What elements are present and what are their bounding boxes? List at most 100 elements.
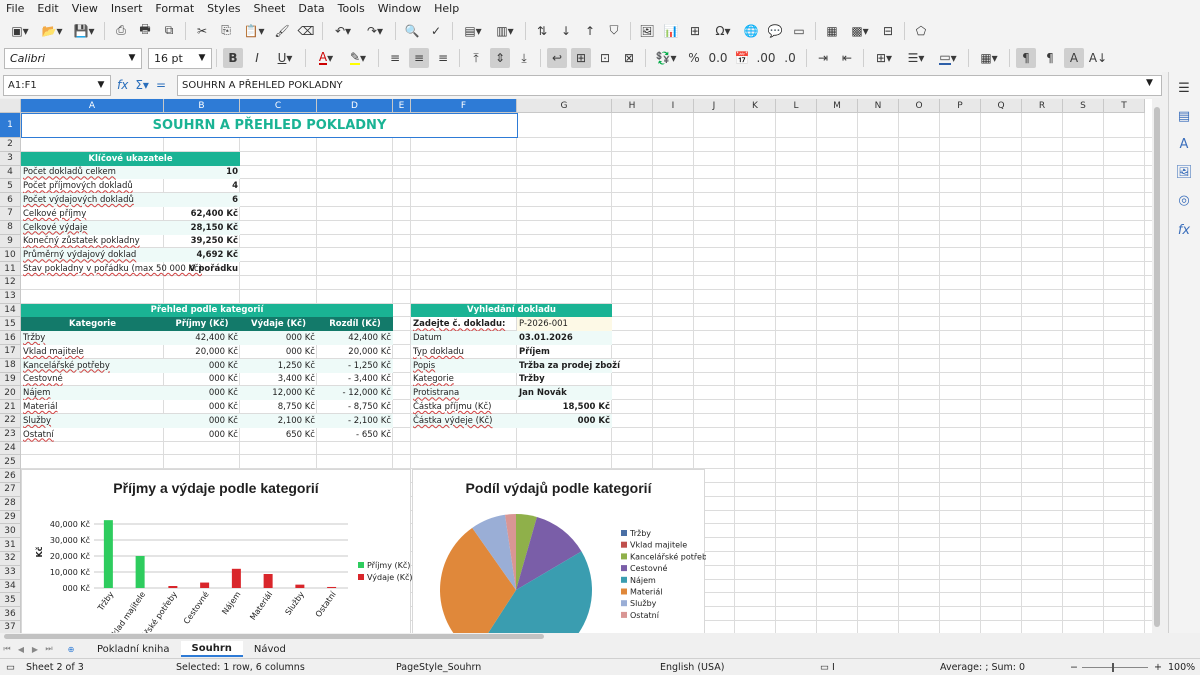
category-column-header[interactable]: Rozdíl (Kč) [317, 317, 393, 332]
row-header-16[interactable]: 16 [0, 331, 21, 345]
next-sheet-icon[interactable]: ▶ [28, 642, 42, 656]
kpi-value[interactable]: 39,250 Kč [164, 235, 240, 249]
category-value[interactable]: 12,000 Kč [240, 386, 317, 401]
menu-item-view[interactable]: View [72, 2, 98, 15]
row-header-27[interactable]: 27 [0, 483, 21, 497]
lookup-label[interactable]: Protistrana [411, 386, 517, 401]
comment-icon[interactable]: 💬 [765, 21, 785, 41]
function-wizard-icon[interactable]: fx [117, 78, 128, 92]
category-value[interactable]: 1,250 Kč [240, 358, 317, 373]
row-header-37[interactable]: 37 [0, 621, 21, 633]
kpi-value[interactable]: 4 [164, 179, 240, 193]
lookup-label[interactable]: Částka výdeje (Kč) [411, 414, 517, 428]
tab-pokladni-kniha[interactable]: Pokladní kniha [86, 641, 181, 657]
category-value[interactable]: - 3,400 Kč [317, 373, 393, 387]
print-icon[interactable]: 🖶 [135, 21, 155, 41]
redo-icon[interactable]: ↷▾ [361, 21, 389, 41]
clear-formatting-icon[interactable]: ⌫ [296, 21, 316, 41]
document-number-input[interactable]: P-2026-001 [517, 317, 612, 332]
pie-chart[interactable]: Podíl výdajů podle kategorií Tržby Vklad m… [412, 469, 706, 633]
kpi-value[interactable]: 4,692 Kč [164, 248, 240, 263]
spreadsheet-grid[interactable]: SOUHRN A PŘEHLED POKLADNY ABCDEFGHIJKLMN… [0, 99, 1162, 633]
insert-image-icon[interactable]: 🖼 [637, 21, 657, 41]
undo-icon[interactable]: ↶▾ [329, 21, 357, 41]
category-value[interactable]: 650 Kč [240, 428, 317, 442]
column-header-b[interactable]: B [164, 99, 240, 113]
cut-icon[interactable]: ✂ [192, 21, 212, 41]
column-header-m[interactable]: M [817, 99, 858, 113]
lookup-value[interactable]: 000 Kč [517, 414, 612, 428]
row-header-13[interactable]: 13 [0, 289, 21, 304]
category-column-header[interactable]: Příjmy (Kč) [164, 317, 240, 332]
column-header-j[interactable]: J [694, 99, 735, 113]
copy-icon[interactable]: ⎘ [216, 21, 236, 41]
highlight-color-icon[interactable]: ✎ ▾ [344, 48, 372, 68]
menu-item-data[interactable]: Data [298, 2, 324, 15]
row-header-9[interactable]: 9 [0, 234, 21, 249]
styles-icon[interactable]: A [1174, 134, 1194, 154]
bar-chart[interactable]: Příjmy a výdaje podle kategorií 000 Kč 10,… [21, 469, 412, 633]
formula-equals-icon[interactable]: = [156, 78, 166, 92]
category-value[interactable]: 42,400 Kč [164, 331, 240, 345]
left-to-right-icon[interactable]: ¶ [1016, 48, 1036, 68]
row-header-11[interactable]: 11 [0, 262, 21, 276]
row-header-5[interactable]: 5 [0, 179, 21, 194]
category-value[interactable]: 000 Kč [164, 358, 240, 373]
menu-item-styles[interactable]: Styles [207, 2, 240, 15]
add-sheet-icon[interactable]: ⊕ [64, 642, 78, 656]
row-header-21[interactable]: 21 [0, 400, 21, 414]
category-value[interactable]: - 8,750 Kč [317, 400, 393, 414]
previous-sheet-icon[interactable]: ◀ [14, 642, 28, 656]
open-folder-icon[interactable]: 📂▾ [38, 21, 66, 41]
category-section-header[interactable]: Přehled podle kategorií [21, 303, 393, 318]
insert-chart-icon[interactable]: 📊 [661, 21, 681, 41]
percent-format-icon[interactable]: % [684, 48, 704, 68]
align-top-icon[interactable]: ⤒ [466, 48, 486, 68]
increase-indent-icon[interactable]: ⇥ [813, 48, 833, 68]
row-header-33[interactable]: 33 [0, 565, 21, 580]
category-value[interactable]: - 1,250 Kč [317, 358, 393, 373]
category-name[interactable]: Ostatní [21, 428, 164, 442]
kpi-label[interactable]: Počet výdajových dokladů [21, 193, 164, 207]
text-orientation-vertical-icon[interactable]: A↓ [1088, 48, 1108, 68]
kpi-label[interactable]: Konečný zůstatek pokladny [21, 235, 164, 249]
row-header-2[interactable]: 2 [0, 138, 21, 152]
expand-formula-bar-icon[interactable]: ▼ [1146, 78, 1153, 88]
row-header-35[interactable]: 35 [0, 593, 21, 608]
horizontal-scroll-thumb[interactable] [4, 634, 544, 639]
define-print-area-icon[interactable]: ▦ [822, 21, 842, 41]
category-name[interactable]: Tržby [21, 331, 164, 345]
kpi-value[interactable]: 6 [164, 193, 240, 207]
select-all-corner[interactable] [0, 99, 21, 113]
paste-icon[interactable]: 📋▾ [240, 21, 268, 41]
column-header-f[interactable]: F [411, 99, 517, 113]
unmerge-cells-icon[interactable]: ⊠ [619, 48, 639, 68]
last-sheet-icon[interactable]: ⏭ [42, 642, 56, 656]
border-style-icon[interactable]: ☰▾ [902, 48, 930, 68]
category-column-header[interactable]: Kategorie [21, 317, 164, 332]
functions-icon[interactable]: fx [1174, 220, 1194, 240]
align-center-icon[interactable]: ≡ [409, 48, 429, 68]
right-to-left-icon[interactable]: ¶ [1040, 48, 1060, 68]
menu-item-help[interactable]: Help [434, 2, 459, 15]
merge-center-icon[interactable]: ⊞ [571, 48, 591, 68]
column-header-k[interactable]: K [735, 99, 776, 113]
column-header-a[interactable]: A [21, 99, 164, 113]
remove-decimal-icon[interactable]: .0 [780, 48, 800, 68]
kpi-label[interactable]: Počet příjmových dokladů [21, 179, 164, 193]
lookup-value[interactable]: Jan Novák [517, 386, 612, 401]
row-header-26[interactable]: 26 [0, 469, 21, 483]
clone-formatting-icon[interactable]: 🖌 [272, 21, 292, 41]
sheet-title[interactable]: SOUHRN A PŘEHLED POKLADNY [21, 113, 518, 138]
spellcheck-icon[interactable]: ✓ [426, 21, 446, 41]
conditional-format-icon[interactable]: ▦▾ [975, 48, 1003, 68]
zoom-slider[interactable] [1082, 662, 1148, 672]
lookup-value[interactable]: Tržby [517, 373, 612, 387]
column-header-q[interactable]: Q [981, 99, 1022, 113]
horizontal-scrollbar[interactable] [0, 633, 1162, 640]
category-value[interactable]: 000 Kč [164, 400, 240, 414]
pivot-table-icon[interactable]: ⊞ [685, 21, 705, 41]
vertical-scroll-thumb[interactable] [1154, 107, 1160, 627]
lookup-label[interactable]: Zadejte č. dokladu: [411, 317, 517, 331]
menu-item-insert[interactable]: Insert [111, 2, 143, 15]
